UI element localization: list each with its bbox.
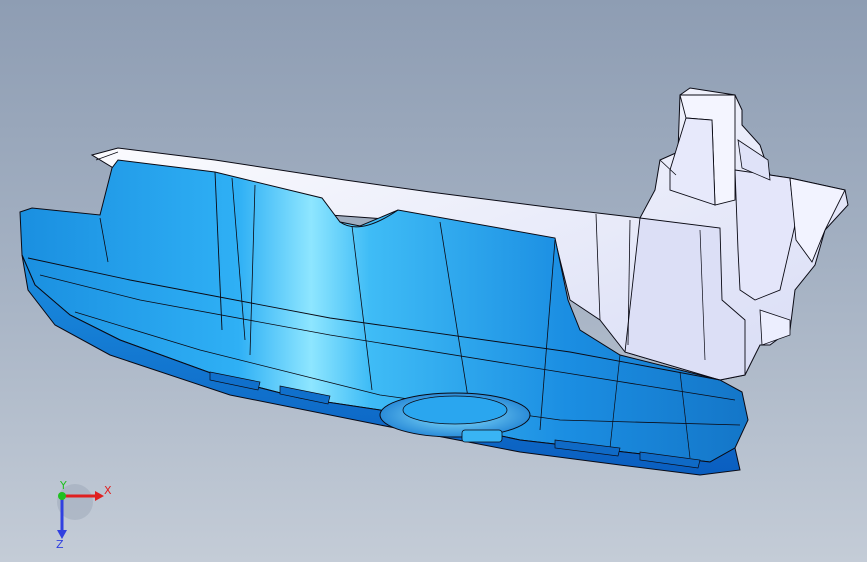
y-axis-marker: [58, 492, 66, 500]
3d-part-model[interactable]: [0, 0, 867, 562]
x-axis-label: X: [104, 484, 112, 497]
x-axis-arrowhead: [95, 491, 104, 501]
axis-triad: X Y Z: [56, 480, 112, 550]
cad-graphics-viewport[interactable]: X Y Z: [0, 0, 867, 562]
y-axis-label: Y: [59, 480, 67, 492]
z-axis-label: Z: [56, 538, 64, 550]
